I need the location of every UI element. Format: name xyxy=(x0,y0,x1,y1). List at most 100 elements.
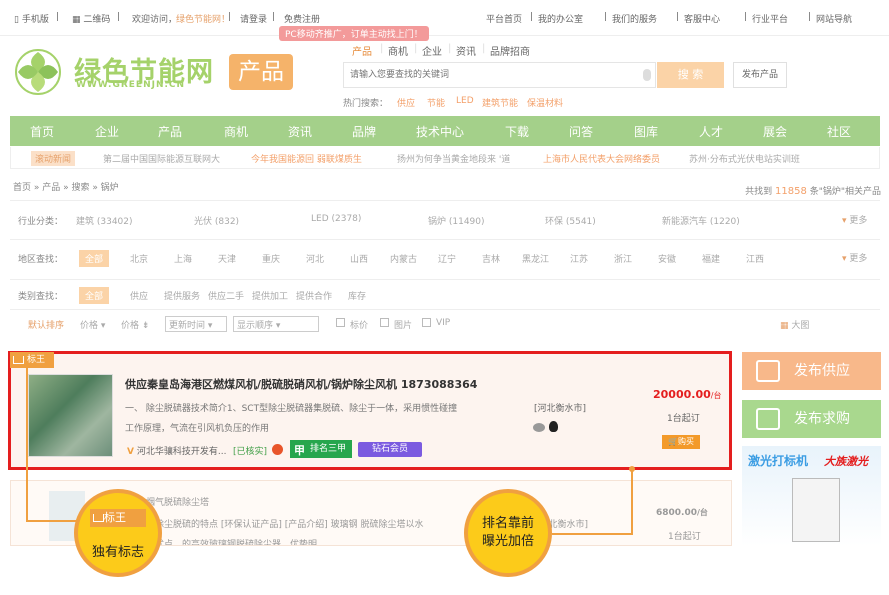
publish-supply-button[interactable]: 发布供应 xyxy=(742,352,881,390)
filter-option[interactable]: 提供合作 xyxy=(296,289,332,302)
filter-option[interactable]: 黑龙江 xyxy=(522,252,549,265)
search-tab-product[interactable]: 产品 xyxy=(352,43,372,58)
publish-product-button[interactable]: 发布产品 xyxy=(733,62,787,88)
hot-search-item[interactable]: 保温材料 xyxy=(527,96,563,109)
nav-item-brand[interactable]: 品牌 xyxy=(352,123,376,140)
divider: | xyxy=(808,12,812,22)
nav-item-business[interactable]: 商机 xyxy=(224,123,248,140)
filter-option[interactable]: 辽宁 xyxy=(438,252,456,265)
divider: | xyxy=(56,12,60,22)
filter-option[interactable]: 安徽 xyxy=(658,252,676,265)
nav-link-industry[interactable]: 行业平台 xyxy=(752,12,788,25)
more-link[interactable]: ▾ 更多 xyxy=(842,213,867,226)
filter-option[interactable]: 北京 xyxy=(130,252,148,265)
filter-option[interactable]: 新能源汽车 (1220) xyxy=(662,214,740,227)
display-order-select[interactable]: 显示顺序 ▾ xyxy=(233,316,319,332)
ticker-item[interactable]: 苏州·分布式光伏电站实训班 xyxy=(689,152,800,165)
nav-item-community[interactable]: 社区 xyxy=(827,123,851,140)
nav-item-qa[interactable]: 问答 xyxy=(569,123,593,140)
nav-item-expo[interactable]: 展会 xyxy=(763,123,787,140)
nav-link-home[interactable]: 平台首页 xyxy=(486,12,522,25)
globe-icon[interactable] xyxy=(533,423,545,432)
filter-option[interactable]: 库存 xyxy=(348,289,366,302)
filter-option[interactable]: 上海 xyxy=(174,252,192,265)
filter-option-selected[interactable]: 全部 xyxy=(79,250,110,267)
search-tab-news[interactable]: 资讯 xyxy=(456,43,476,58)
search-tab-company[interactable]: 企业 xyxy=(422,43,442,58)
filter-option[interactable]: 环保 (5541) xyxy=(545,214,596,227)
nav-item-news[interactable]: 资讯 xyxy=(288,123,312,140)
filter-option[interactable]: 光伏 (832) xyxy=(194,214,239,227)
search-tab-brand[interactable]: 品牌招商 xyxy=(490,43,530,58)
filter-option[interactable]: 吉林 xyxy=(482,252,500,265)
nav-item-home[interactable]: 首页 xyxy=(30,123,54,140)
ticker-item[interactable]: 扬州为何争当黄金地段来 '道 xyxy=(397,152,510,165)
filter-option[interactable]: 供应 xyxy=(130,289,148,302)
search-button[interactable]: 搜 索 xyxy=(657,62,724,88)
big-image-view[interactable]: ▦ 大图 xyxy=(780,318,809,331)
vip-checkbox[interactable] xyxy=(422,318,431,327)
nav-item-download[interactable]: 下载 xyxy=(505,123,529,140)
nav-item-gallery[interactable]: 图库 xyxy=(634,123,658,140)
hot-search-item[interactable]: 建筑节能 xyxy=(482,96,518,109)
breadcrumb[interactable]: 首页 » 产品 » 搜索 » 锅炉 xyxy=(13,180,119,193)
publish-purchase-button[interactable]: 发布求购 xyxy=(742,400,881,438)
filter-option[interactable]: 提供加工 xyxy=(252,289,288,302)
nav-item-product[interactable]: 产品 xyxy=(158,123,182,140)
sort-price-desc[interactable]: 价格 ⇟ xyxy=(121,318,149,331)
filter-option[interactable]: 重庆 xyxy=(262,252,280,265)
nav-link-sitemap[interactable]: 网站导航 xyxy=(816,12,852,25)
sort-default[interactable]: 默认排序 xyxy=(28,318,64,331)
ad-brand: 大族激光 xyxy=(824,455,868,468)
login-link[interactable]: 请登录 xyxy=(240,12,267,25)
ticker-item[interactable]: 第二届中国国际能源互联网大 xyxy=(103,152,220,165)
more-link[interactable]: ▾ 更多 xyxy=(842,251,867,264)
filter-option[interactable]: 浙江 xyxy=(614,252,632,265)
hot-search-item[interactable]: 节能 xyxy=(427,96,445,109)
filter-option[interactable]: 锅炉 (11490) xyxy=(428,214,485,227)
filter-option[interactable]: 河北 xyxy=(306,252,324,265)
search-input[interactable] xyxy=(344,63,634,87)
sort-price-asc[interactable]: 价格 ▾ xyxy=(80,318,105,331)
listing-title[interactable]: 烟气脱硫除尘塔 xyxy=(146,495,209,508)
filter-option[interactable]: 福建 xyxy=(702,252,720,265)
promo-banner[interactable]: PC移动齐推广，订单主动找上门！ xyxy=(279,26,429,41)
search-tab-business[interactable]: 商机 xyxy=(388,43,408,58)
ad-banner[interactable]: 激光打标机 大族激光 xyxy=(742,446,881,546)
product-image[interactable] xyxy=(28,374,113,457)
update-time-select[interactable]: 更新时间 ▾ xyxy=(165,316,227,332)
nav-item-company[interactable]: 企业 xyxy=(95,123,119,140)
listing-title[interactable]: 供应秦皇岛海港区燃煤风机/脱硫脱硝风机/锅炉除尘风机 1873088364 xyxy=(125,376,477,392)
nav-item-tech[interactable]: 技术中心 xyxy=(416,123,464,140)
callout-line xyxy=(26,366,28,521)
nav-link-support[interactable]: 客服中心 xyxy=(684,12,720,25)
filter-option[interactable]: 江西 xyxy=(746,252,764,265)
filter-option[interactable]: LED (2378) xyxy=(311,214,361,224)
logo-icon[interactable] xyxy=(12,46,78,98)
qq-icon[interactable] xyxy=(549,421,558,432)
search-box xyxy=(343,62,656,88)
price-checkbox[interactable] xyxy=(336,318,345,327)
hot-search-item[interactable]: LED xyxy=(456,96,474,106)
qrcode-link[interactable]: ▦ 二维码 xyxy=(72,12,110,25)
filter-option[interactable]: 江苏 xyxy=(570,252,588,265)
hot-search-item[interactable]: 供应 xyxy=(397,96,415,109)
microphone-icon[interactable] xyxy=(643,69,651,81)
filter-option[interactable]: 供应二手 xyxy=(208,289,244,302)
filter-option[interactable]: 天津 xyxy=(218,252,236,265)
filter-option[interactable]: 内蒙古 xyxy=(390,252,417,265)
nav-item-talent[interactable]: 人才 xyxy=(699,123,723,140)
nav-link-services[interactable]: 我们的服务 xyxy=(612,12,657,25)
nav-link-office[interactable]: 我的办公室 xyxy=(538,12,583,25)
ticker-item[interactable]: 今年我国能源回 弱联煤质生 xyxy=(251,152,362,165)
filter-option[interactable]: 提供服务 xyxy=(164,289,200,302)
ticker-item[interactable]: 上海市人民代表大会网络委员 xyxy=(543,152,660,165)
filter-option-selected[interactable]: 全部 xyxy=(79,287,110,304)
company-link[interactable]: V 河北华骧科技开发有... xyxy=(127,444,226,457)
register-link[interactable]: 免费注册 xyxy=(284,12,320,25)
filter-option[interactable]: 建筑 (33402) xyxy=(76,214,133,227)
filter-option[interactable]: 山西 xyxy=(350,252,368,265)
mobile-link[interactable]: ▯ 手机版 xyxy=(14,12,49,25)
image-checkbox[interactable] xyxy=(380,318,389,327)
buy-button[interactable]: 🛒购买 xyxy=(662,435,700,449)
